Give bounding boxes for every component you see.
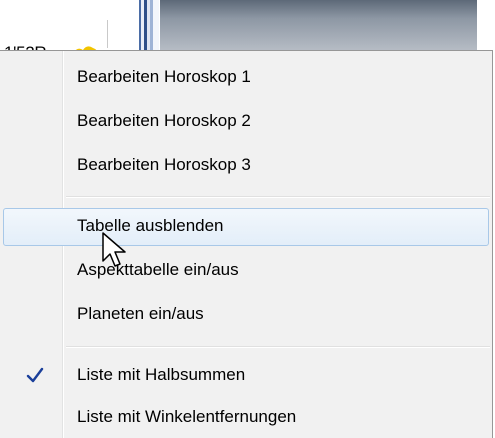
menu-item-bearbeiten-horoskop-3[interactable]: Bearbeiten Horoskop 3 [3, 147, 489, 185]
menu-item-tabelle-ausblenden[interactable]: Tabelle ausblenden [3, 208, 489, 246]
planet-position-cell[interactable]: 1'52R [2, 20, 108, 64]
window-splitter[interactable] [139, 0, 159, 52]
menu-item-liste-mit-halbsummen[interactable]: Liste mit Halbsummen [3, 357, 489, 395]
menu-item-bearbeiten-horoskop-2[interactable]: Bearbeiten Horoskop 2 [3, 103, 489, 141]
menu-separator [66, 346, 490, 348]
menu-item-label: Bearbeiten Horoskop 1 [77, 67, 251, 86]
menu-item-aspekttabelle-ein-aus[interactable]: Aspekttabelle ein/aus [3, 252, 489, 290]
menu-item-bearbeiten-horoskop-1[interactable]: Bearbeiten Horoskop 1 [3, 59, 489, 97]
menu-item-label: Tabelle ausblenden [77, 216, 224, 235]
menu-item-liste-mit-winkelentfernungen[interactable]: Liste mit Winkelentfernungen [3, 399, 489, 437]
menu-item-planeten-ein-aus[interactable]: Planeten ein/aus [3, 296, 489, 334]
toolbar-area [160, 0, 495, 52]
menu-item-label: Planeten ein/aus [77, 304, 204, 323]
menu-item-label: Liste mit Halbsummen [77, 365, 246, 384]
menu-item-label: Bearbeiten Horoskop 3 [77, 155, 251, 174]
menu-item-label: Bearbeiten Horoskop 2 [77, 111, 251, 130]
screen: 1'52R Bearbeiten Horoskop 1 Bearbeiten H… [0, 0, 495, 438]
menu-item-label: Liste mit Winkelentfernungen [77, 407, 297, 426]
context-menu: Bearbeiten Horoskop 1 Bearbeiten Horosko… [0, 50, 493, 438]
checkmark-icon [26, 367, 44, 383]
menu-separator [66, 196, 490, 198]
app-background: 1'52R [0, 0, 495, 64]
mouse-pointer-icon [102, 232, 126, 267]
